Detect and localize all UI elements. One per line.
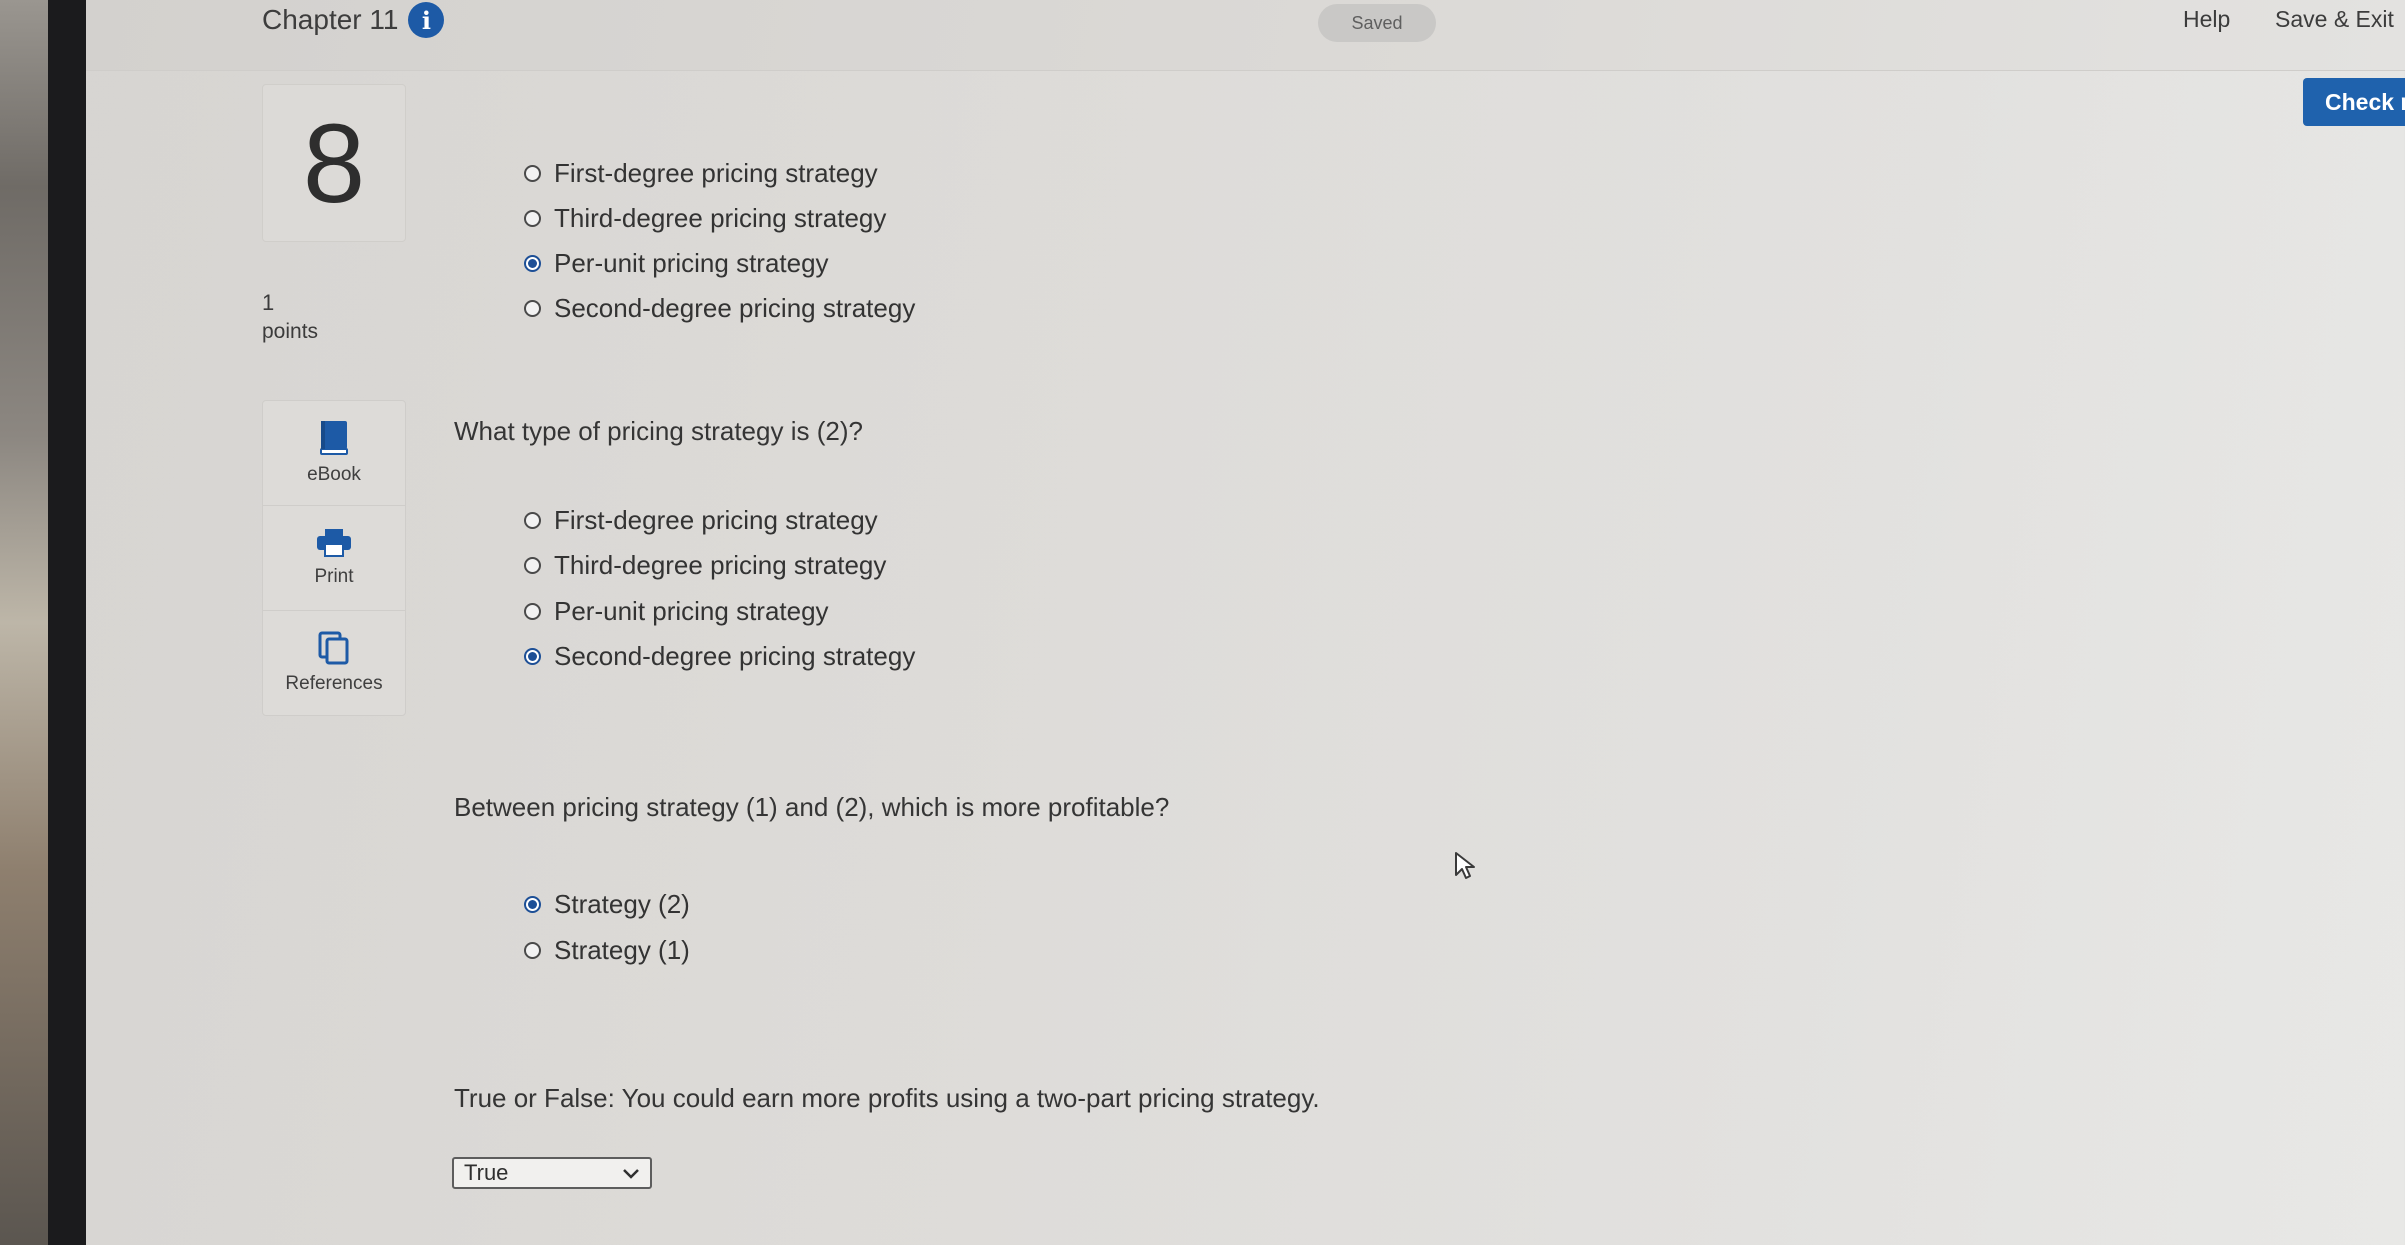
radio-unselected[interactable] <box>524 603 541 620</box>
info-icon[interactable]: i <box>408 2 445 38</box>
part2-question: What type of pricing strategy is (2)? <box>454 416 863 446</box>
radio-unselected[interactable] <box>524 300 541 317</box>
ebook-label: eBook <box>307 464 361 485</box>
part3-option-strategy-1[interactable]: Strategy (1) <box>524 935 690 966</box>
radio-unselected[interactable] <box>524 165 541 182</box>
part1-option-first-degree[interactable]: First-degree pricing strategy <box>524 158 878 189</box>
option-label: Per-unit pricing strategy <box>554 596 829 626</box>
part2-option-per-unit[interactable]: Per-unit pricing strategy <box>524 596 829 627</box>
chapter-title: Chapter 11 i <box>262 2 445 38</box>
radio-selected[interactable] <box>524 255 541 272</box>
print-label: Print <box>314 566 354 587</box>
part1-option-per-unit[interactable]: Per-unit pricing strategy <box>524 248 829 279</box>
option-label: Third-degree pricing strategy <box>554 203 887 233</box>
chevron-down-icon <box>622 1160 640 1186</box>
photo-background-edge <box>0 0 48 1245</box>
tools-panel: eBook Print References <box>262 400 406 716</box>
chapter-title-text: Chapter 11 <box>262 4 399 35</box>
option-label: First-degree pricing strategy <box>554 505 878 535</box>
part2-option-third-degree[interactable]: Third-degree pricing strategy <box>524 550 886 581</box>
points-label: points <box>262 320 319 343</box>
radio-unselected[interactable] <box>524 557 541 574</box>
option-label: First-degree pricing strategy <box>554 158 878 188</box>
option-label: Per-unit pricing strategy <box>554 248 829 278</box>
monitor-bezel <box>48 0 86 1245</box>
part3-option-strategy-2[interactable]: Strategy (2) <box>524 889 690 920</box>
print-button[interactable]: Print <box>263 506 405 611</box>
save-exit-link[interactable]: Save & Exit <box>2275 6 2394 33</box>
references-icon <box>318 631 350 665</box>
dropdown-selected-value: True <box>464 1160 509 1185</box>
radio-unselected[interactable] <box>524 512 541 529</box>
option-label: Second-degree pricing strategy <box>554 641 916 671</box>
part2-option-first-degree[interactable]: First-degree pricing strategy <box>524 505 878 536</box>
radio-unselected[interactable] <box>524 210 541 227</box>
references-button[interactable]: References <box>263 611 405 715</box>
book-icon <box>318 420 350 456</box>
help-link[interactable]: Help <box>2183 6 2230 33</box>
part4-question: True or False: You could earn more profi… <box>454 1083 1320 1113</box>
part1-option-third-degree[interactable]: Third-degree pricing strategy <box>524 203 886 234</box>
check-my-work-button[interactable]: Check r <box>2303 78 2405 126</box>
option-label: Second-degree pricing strategy <box>554 293 916 323</box>
radio-selected[interactable] <box>524 648 541 665</box>
part1-option-second-degree[interactable]: Second-degree pricing strategy <box>524 293 915 324</box>
true-false-dropdown[interactable]: True <box>452 1157 652 1189</box>
printer-icon <box>316 528 352 558</box>
points-value: 1 <box>262 290 275 315</box>
question-number: 8 <box>262 84 406 242</box>
part2-option-second-degree[interactable]: Second-degree pricing strategy <box>524 641 915 672</box>
saved-status-badge: Saved <box>1318 4 1436 42</box>
radio-selected[interactable] <box>524 896 541 913</box>
part3-question: Between pricing strategy (1) and (2), wh… <box>454 792 1170 822</box>
option-label: Strategy (2) <box>554 889 690 919</box>
radio-unselected[interactable] <box>524 942 541 959</box>
references-label: References <box>285 673 383 694</box>
mouse-cursor-icon <box>1454 851 1476 886</box>
option-label: Strategy (1) <box>554 935 690 965</box>
ebook-button[interactable]: eBook <box>263 401 405 506</box>
option-label: Third-degree pricing strategy <box>554 550 887 580</box>
